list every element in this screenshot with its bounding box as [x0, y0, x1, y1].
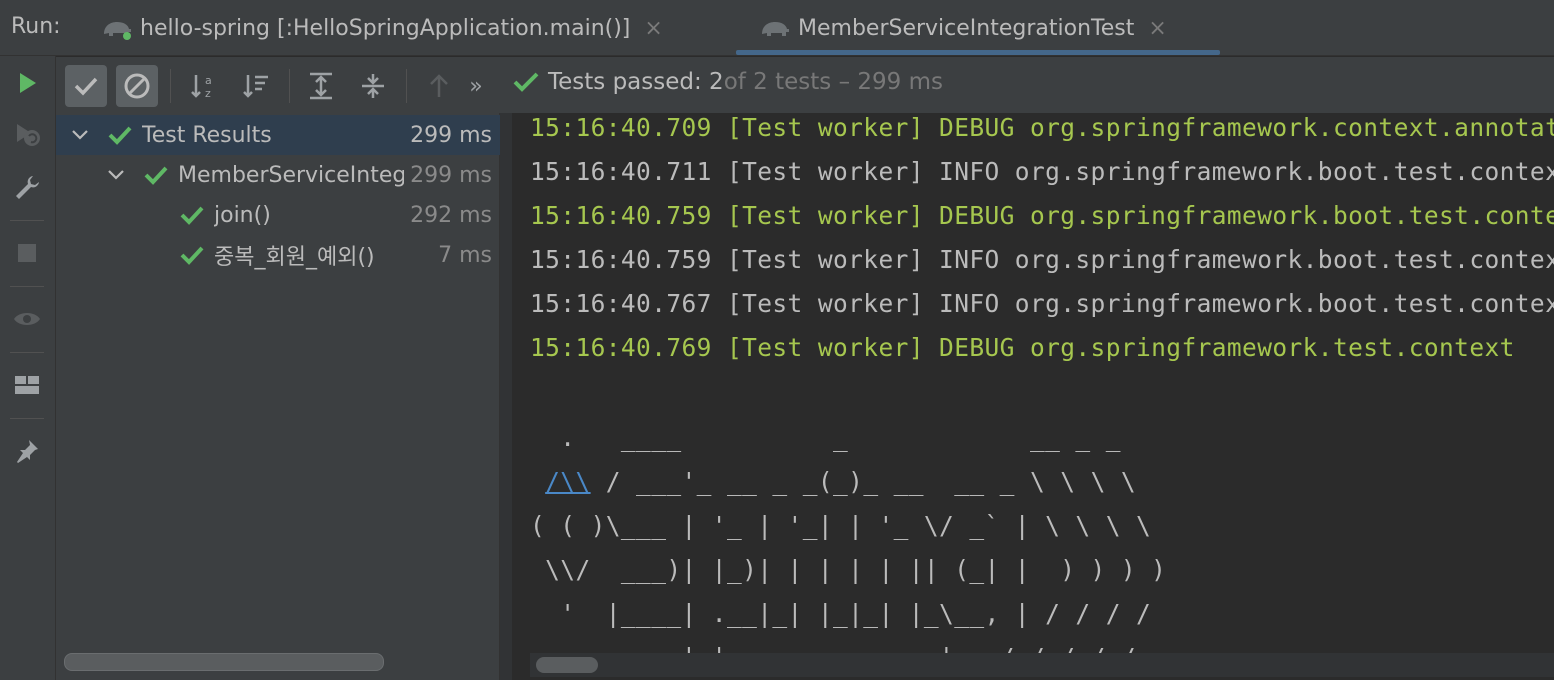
tree-node-test-join[interactable]: join() 292 ms: [56, 195, 500, 235]
arrow-up-icon: [430, 74, 448, 97]
check-icon: [180, 246, 204, 265]
scrollbar-thumb[interactable]: [536, 657, 598, 673]
run-label: Run:: [11, 14, 61, 39]
console-gutter: [500, 113, 512, 680]
check-icon: [144, 166, 168, 185]
log-line: 15:16:40.769 [Test worker] DEBUG org.spr…: [530, 333, 1515, 362]
banner-line: ( ( )\___ | '_ | '_| | '_ \/ _` | \ \ \ …: [530, 511, 1152, 540]
tree-horizontal-scrollbar[interactable]: [64, 653, 384, 671]
log-line: 15:16:40.759 [Test worker] INFO org.spri…: [530, 245, 1554, 274]
check-icon: [74, 77, 98, 96]
sort-duration-icon: [243, 75, 268, 98]
show-ignored-toggle[interactable]: [116, 65, 158, 107]
tests-status: Tests passed: 2 of 2 tests – 299 ms: [512, 69, 943, 95]
log-line: 15:16:40.767 [Test worker] INFO org.spri…: [530, 289, 1554, 318]
rerun-failed-icon: [17, 124, 40, 146]
tab-member-service-integration-test[interactable]: MemberServiceIntegrationTest ×: [758, 0, 1167, 56]
expand-all-icon: [310, 72, 332, 100]
layout-icon: [15, 376, 39, 394]
show-passed-toggle[interactable]: [65, 65, 107, 107]
log-line: 15:16:40.759 [Test worker] DEBUG org.spr…: [530, 201, 1554, 230]
check-icon: [108, 126, 132, 145]
tree-node-label: join(): [214, 202, 271, 228]
gradle-elephant-icon: [104, 22, 131, 40]
stop-button[interactable]: [8, 234, 46, 272]
ignored-icon: [124, 73, 150, 99]
tab-title: MemberServiceIntegrationTest: [798, 15, 1135, 41]
banner-line: \\/ ___)| |_)| | | | | || (_| | ) ) ) ): [530, 555, 1167, 584]
pin-tab-button[interactable]: [8, 432, 46, 470]
view-button[interactable]: [8, 300, 46, 338]
tab-title: hello-spring [:HelloSpringApplication.ma…: [140, 15, 631, 41]
banner-line: ' |____| .__|_| |_|_| |_\__, | / / / /: [530, 599, 1152, 628]
collapse-all-icon: [362, 74, 384, 98]
banner-link[interactable]: /\\: [545, 467, 590, 496]
banner-line-rest: / ___'_ __ _ _(_)_ __ __ _ \ \ \ \: [590, 467, 1137, 496]
tree-node-label: 중복_회원_예외(): [214, 245, 375, 270]
chevron-down-icon: [72, 130, 88, 140]
tree-node-duration: 299 ms: [410, 162, 492, 188]
eye-icon: [14, 313, 40, 325]
tree-node-test-results[interactable]: Test Results 299 ms: [56, 115, 500, 155]
sort-alphabetically-button[interactable]: a z: [183, 65, 225, 107]
console-output[interactable]: 15:16:40.709 [Test worker] DEBUG org.spr…: [500, 113, 1554, 680]
banner-line: . ____ _ __ _ _: [530, 423, 1121, 452]
tree-node-duration: 7 ms: [438, 242, 492, 268]
expand-all-button[interactable]: [300, 65, 342, 107]
test-results-tree: Test Results 299 ms MemberServiceIntegra…: [56, 113, 500, 680]
close-icon[interactable]: ×: [1148, 16, 1166, 41]
active-tab-indicator: [736, 50, 1220, 55]
tree-node-duration: 292 ms: [410, 202, 492, 228]
close-icon[interactable]: ×: [644, 16, 662, 41]
rerun-button[interactable]: [8, 64, 46, 102]
more-actions-button[interactable]: »: [464, 65, 488, 107]
rerun-failed-button[interactable]: [8, 116, 46, 154]
console-horizontal-scrollbar[interactable]: [530, 653, 1554, 677]
stop-icon: [18, 244, 36, 262]
tab-hello-spring[interactable]: hello-spring [:HelloSpringApplication.ma…: [100, 0, 663, 56]
run-tab-bar: Run: hello-spring [:HelloSpringApplicati…: [0, 0, 1554, 56]
check-icon: [180, 206, 204, 225]
layout-button[interactable]: [8, 366, 46, 404]
log-line: 15:16:40.709 [Test worker] DEBUG org.spr…: [530, 113, 1554, 142]
chevron-down-icon: [108, 170, 124, 180]
sort-by-duration-button[interactable]: [235, 65, 277, 107]
svg-text:a: a: [205, 74, 212, 87]
chevron-double-right-icon: »: [469, 73, 483, 99]
tree-node-test-duplicate-member[interactable]: 중복_회원_예외() 7 ms: [56, 235, 500, 275]
settings-button[interactable]: [8, 168, 46, 206]
collapse-all-button[interactable]: [352, 65, 394, 107]
tree-node-label: Test Results: [142, 122, 272, 148]
log-line: 15:16:40.711 [Test worker] INFO org.spri…: [530, 157, 1554, 186]
wrench-icon: [16, 176, 39, 199]
run-side-toolbar: [0, 56, 56, 680]
tests-total-text: of 2 tests – 299 ms: [723, 69, 944, 95]
tree-node-label: MemberServiceIntegrationTest: [178, 162, 404, 188]
tests-passed-text: Tests passed: 2: [548, 69, 724, 95]
sort-alpha-icon: a z: [191, 74, 212, 100]
tree-node-test-class[interactable]: MemberServiceIntegrationTest 299 ms: [56, 155, 500, 195]
check-icon: [513, 72, 539, 92]
play-icon: [20, 73, 36, 93]
pin-icon: [17, 440, 38, 463]
test-toolbar: a z » Tests passed: 2 of 2 tests – 299 m…: [56, 57, 1554, 113]
tree-node-duration: 299 ms: [410, 122, 492, 148]
svg-text:z: z: [205, 87, 211, 100]
gradle-elephant-icon: [762, 22, 789, 36]
banner-line: /\\ / ___'_ __ _ _(_)_ __ __ _ \ \ \ \: [530, 467, 1136, 496]
previous-failed-test-button[interactable]: [418, 65, 460, 107]
